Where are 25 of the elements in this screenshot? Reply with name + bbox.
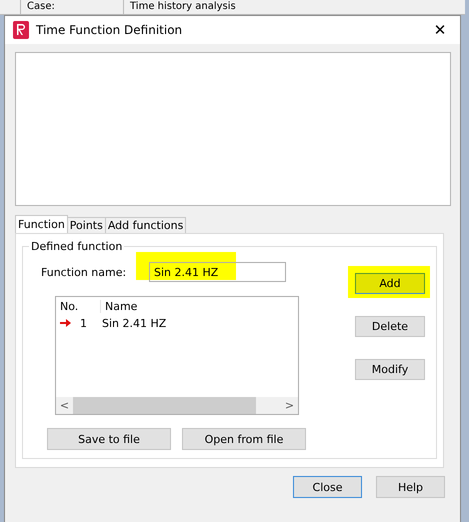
column-header: Name xyxy=(104,300,138,312)
group-title: Defined function xyxy=(30,240,124,253)
file-button[interactable]: Open from file xyxy=(182,428,306,450)
table-cell: Sin 2.41 HZ xyxy=(102,316,166,330)
dialog-button[interactable]: Close xyxy=(293,476,362,498)
horizontal-scrollbar[interactable]: < > xyxy=(56,397,298,414)
action-button[interactable]: Modify xyxy=(355,359,425,380)
scroll-right-button[interactable]: > xyxy=(281,399,298,412)
action-button[interactable]: Add xyxy=(355,273,425,294)
scroll-thumb[interactable] xyxy=(73,397,256,414)
action-button[interactable]: Delete xyxy=(355,316,425,337)
tab[interactable]: Add functions xyxy=(104,217,186,233)
tab[interactable]: Function xyxy=(15,215,68,233)
input-field[interactable]: Sin 2.41 HZ xyxy=(149,262,286,282)
app-logo-icon xyxy=(13,21,29,39)
file-button[interactable]: Save to file xyxy=(47,428,171,450)
table-cell: Case: xyxy=(20,0,123,14)
column-header: No. xyxy=(56,300,101,312)
close-button[interactable]: ✕ xyxy=(420,16,460,44)
dialog-button[interactable]: Help xyxy=(376,476,445,498)
field-label: Function name: xyxy=(40,266,128,278)
scroll-left-button[interactable]: < xyxy=(56,399,73,412)
table-cell: Time history analysis xyxy=(123,0,286,14)
table-cell-text: 1 xyxy=(80,316,88,330)
window-title: Time Function Definition xyxy=(36,23,184,37)
